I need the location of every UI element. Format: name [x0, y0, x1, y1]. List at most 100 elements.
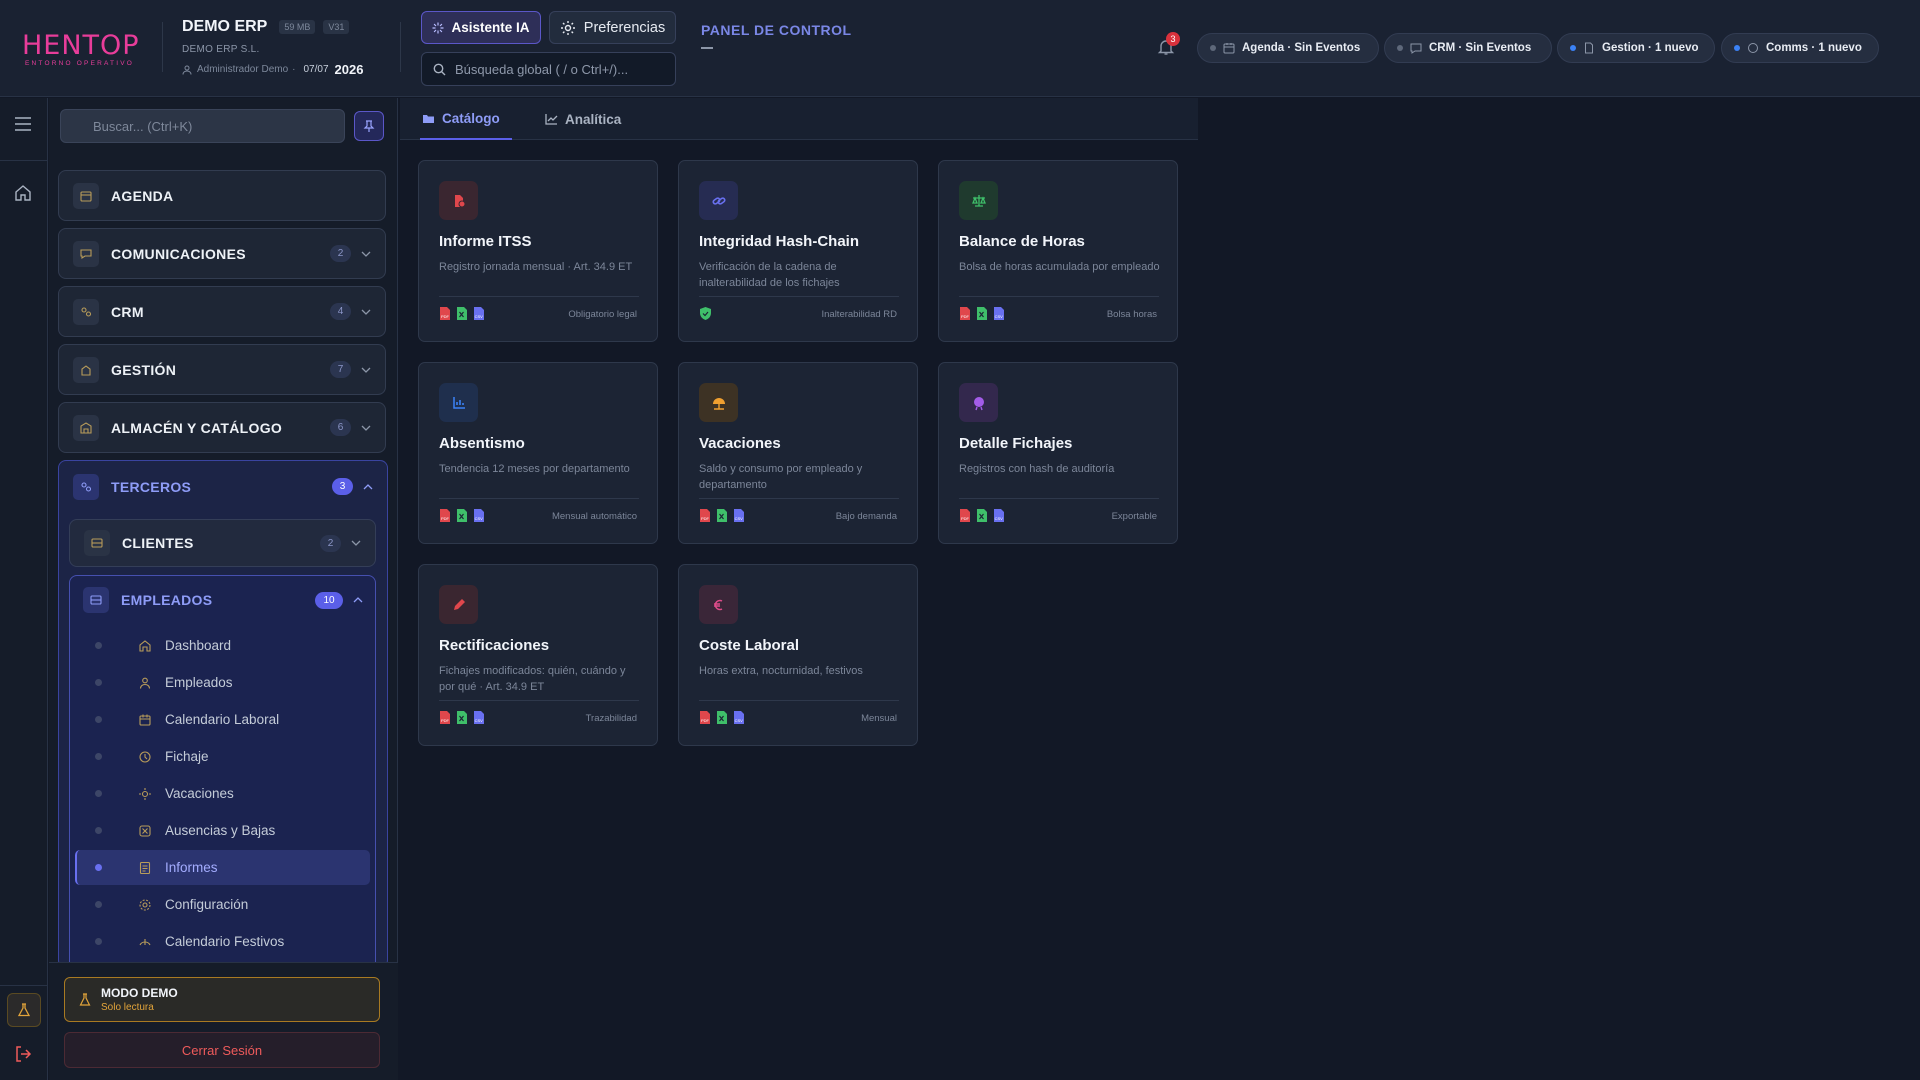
- excel-file-icon[interactable]: [976, 508, 989, 523]
- demo-mode-button[interactable]: [7, 993, 41, 1027]
- logout-icon[interactable]: [14, 1045, 32, 1063]
- sidebar-item-fichaje[interactable]: Fichaje: [75, 739, 370, 774]
- report-card[interactable]: Integridad Hash-Chain Verificación de la …: [678, 160, 918, 342]
- sidebar-group-agenda[interactable]: AGENDA: [58, 170, 386, 221]
- sidebar-group-comunicaciones[interactable]: COMUNICACIONES 2: [58, 228, 386, 279]
- report-card[interactable]: Balance de Horas Bolsa de horas acumulada…: [938, 160, 1178, 342]
- card-divider: [439, 498, 639, 499]
- item-label: Ausencias y Bajas: [165, 823, 276, 838]
- csv-file-icon[interactable]: CSV: [473, 306, 486, 321]
- pdf-file-icon[interactable]: PDF: [439, 306, 452, 321]
- svg-text:CSV: CSV: [475, 718, 484, 723]
- item-label: Informes: [165, 860, 218, 875]
- export-formats: [699, 306, 712, 321]
- card-divider: [699, 498, 899, 499]
- excel-file-icon[interactable]: [976, 306, 989, 321]
- export-formats: PDF CSV: [439, 710, 486, 725]
- sidebar-item-empleados[interactable]: Empleados: [75, 665, 370, 700]
- pill-label: Gestion · 1 nuevo: [1602, 42, 1699, 54]
- home-icon[interactable]: [14, 184, 32, 202]
- preferences-label: Preferencias: [583, 19, 666, 36]
- svg-text:CSV: CSV: [735, 718, 744, 723]
- tab-catalogo[interactable]: Catálogo: [420, 98, 512, 140]
- comms-icon: [73, 240, 99, 267]
- subgroup-clientes[interactable]: CLIENTES 2: [69, 519, 376, 567]
- ai-assistant-button[interactable]: Asistente IA: [421, 11, 541, 44]
- search-icon: [433, 63, 446, 76]
- excel-file-icon[interactable]: [456, 508, 469, 523]
- sidebar-item-configuracion[interactable]: Configuración: [75, 887, 370, 922]
- csv-file-icon[interactable]: CSV: [473, 710, 486, 725]
- sidebar-item-dashboard[interactable]: Dashboard: [75, 628, 370, 663]
- excel-file-icon[interactable]: [716, 508, 729, 523]
- sidebar-group-almacen[interactable]: ALMACÉN Y CATÁLOGO 6: [58, 402, 386, 453]
- group-label: ALMACÉN Y CATÁLOGO: [111, 419, 283, 436]
- pin-sidebar-button[interactable]: [354, 111, 384, 141]
- report-card[interactable]: Coste Laboral Horas extra, nocturnidad, f…: [678, 564, 918, 746]
- terceros-header[interactable]: TERCEROS 3: [59, 461, 387, 512]
- sidebar-item-ausencias[interactable]: Ausencias y Bajas: [75, 813, 370, 848]
- csv-file-icon[interactable]: CSV: [473, 508, 486, 523]
- sidebar-search-input[interactable]: [60, 109, 345, 143]
- global-search-input[interactable]: [455, 61, 665, 77]
- excel-file-icon[interactable]: [716, 710, 729, 725]
- sidebar-group-terceros: TERCEROS 3 CLIENTES 2 EMPLEADOS 10 Dashb…: [58, 460, 388, 968]
- report-card[interactable]: Absentismo Tendencia 12 meses por departa…: [418, 362, 658, 544]
- status-pill-agenda[interactable]: Agenda · Sin Eventos: [1197, 33, 1379, 63]
- svg-text:CSV: CSV: [475, 314, 484, 319]
- status-pill-gestion[interactable]: Gestion · 1 nuevo: [1557, 33, 1715, 63]
- sidebar-item-informes[interactable]: Informes: [75, 850, 370, 885]
- pdf-file-icon[interactable]: PDF: [439, 710, 452, 725]
- status-pill-comms[interactable]: Comms · 1 nuevo: [1721, 33, 1879, 63]
- report-card[interactable]: Detalle Fichajes Registros con hash de au…: [938, 362, 1178, 544]
- global-search[interactable]: [421, 52, 676, 86]
- logout-button[interactable]: Cerrar Sesión: [64, 1032, 380, 1068]
- chevron-down-icon: [361, 251, 371, 257]
- report-card[interactable]: Rectificaciones Fichajes modificados: qui…: [418, 564, 658, 746]
- demo-mode-subtitle: Solo lectura: [101, 1002, 154, 1013]
- warehouse-icon: [73, 414, 99, 441]
- logo-text: HENTOP: [22, 30, 140, 61]
- pdf-file-icon[interactable]: PDF: [699, 710, 712, 725]
- gear-icon: [136, 896, 154, 914]
- agenda-icon: [73, 182, 99, 209]
- card-title: Absentismo: [439, 435, 525, 452]
- preferences-button[interactable]: Preferencias: [549, 11, 676, 44]
- folder-icon: [422, 113, 435, 124]
- excel-file-icon[interactable]: [456, 710, 469, 725]
- pill-label: CRM · Sin Eventos: [1429, 42, 1532, 54]
- card-tag: Mensual: [861, 713, 897, 724]
- csv-file-icon[interactable]: CSV: [993, 508, 1006, 523]
- empleados-header[interactable]: EMPLEADOS 10: [70, 576, 377, 624]
- status-pill-crm[interactable]: CRM · Sin Eventos: [1384, 33, 1552, 63]
- sidebar-item-vacaciones[interactable]: Vacaciones: [75, 776, 370, 811]
- user-name: Administrador Demo: [197, 64, 289, 75]
- csv-file-icon[interactable]: CSV: [733, 710, 746, 725]
- app-logo[interactable]: HENTOP ENTORNO OPERATIVO: [22, 30, 142, 68]
- svg-text:CSV: CSV: [735, 516, 744, 521]
- pdf-file-icon[interactable]: PDF: [439, 508, 452, 523]
- sidebar-item-calendario-festivos[interactable]: Calendario Festivos: [75, 924, 370, 959]
- item-label: Fichaje: [165, 749, 209, 764]
- pdf-file-icon[interactable]: PDF: [699, 508, 712, 523]
- sidebar-group-crm[interactable]: CRM 4: [58, 286, 386, 337]
- pdf-file-icon[interactable]: PDF: [959, 306, 972, 321]
- header-divider: [162, 22, 163, 72]
- company-name: DEMO ERP: [182, 18, 268, 35]
- sidebar-group-gestion[interactable]: GESTIÓN 7: [58, 344, 386, 395]
- tab-analitica[interactable]: Analítica: [545, 98, 621, 140]
- report-card[interactable]: Informe ITSS Registro jornada mensual · A…: [418, 160, 658, 342]
- scale-icon: [959, 181, 998, 220]
- hamburger-menu-icon[interactable]: [14, 116, 32, 132]
- content-tabs: Catálogo Analítica: [400, 98, 1198, 140]
- bullet: [95, 679, 102, 686]
- csv-file-icon[interactable]: CSV: [733, 508, 746, 523]
- item-label: Calendario Laboral: [165, 712, 280, 727]
- sidebar-item-calendario-laboral[interactable]: Calendario Laboral: [75, 702, 370, 737]
- pdf-file-icon[interactable]: PDF: [959, 508, 972, 523]
- report-card[interactable]: Vacaciones Saldo y consumo por empleado y…: [678, 362, 918, 544]
- csv-file-icon[interactable]: CSV: [993, 306, 1006, 321]
- chevron-up-icon: [363, 483, 373, 490]
- shield-check-icon[interactable]: [699, 306, 712, 321]
- excel-file-icon[interactable]: [456, 306, 469, 321]
